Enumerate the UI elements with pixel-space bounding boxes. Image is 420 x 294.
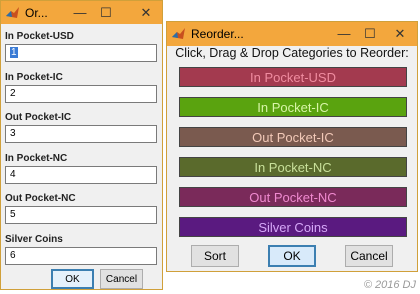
field-label: In Pocket-NC xyxy=(5,153,68,164)
cancel-button[interactable]: Cancel xyxy=(100,269,143,289)
sort-button[interactable]: Sort xyxy=(191,245,239,267)
category-out-pocket-ic[interactable]: Out Pocket-IC xyxy=(179,127,407,147)
copyright-watermark: © 2016 DJ xyxy=(363,279,416,291)
field-label: In Pocket-USD xyxy=(5,31,74,42)
field-label: Silver Coins xyxy=(5,234,63,245)
close-button[interactable]: ✕ xyxy=(129,1,163,24)
field-label: Out Pocket-IC xyxy=(5,112,72,123)
maximize-button[interactable]: ☐ xyxy=(89,1,123,24)
field-label: In Pocket-IC xyxy=(5,72,63,83)
instruction-text: Click, Drag & Drop Categories to Reorder… xyxy=(175,46,409,60)
category-in-pocket-nc[interactable]: In Pocket-NC xyxy=(179,157,407,177)
window-title: Reorder... xyxy=(191,27,244,41)
in-pocket-nc-input[interactable]: 4 xyxy=(5,166,157,184)
category-in-pocket-ic[interactable]: In Pocket-IC xyxy=(179,97,407,117)
title-bar[interactable]: Or... — ☐ ✕ xyxy=(1,1,162,24)
window-title: Or... xyxy=(25,5,48,20)
matlab-icon xyxy=(171,26,187,42)
cancel-button[interactable]: Cancel xyxy=(345,245,393,267)
field-label: Out Pocket-NC xyxy=(5,193,76,204)
order-dialog: Or... — ☐ ✕ In Pocket-USD 1 In Pocket-IC… xyxy=(0,0,163,290)
out-pocket-ic-input[interactable]: 3 xyxy=(5,125,157,143)
ok-button[interactable]: OK xyxy=(51,269,94,289)
maximize-button[interactable]: ☐ xyxy=(353,22,387,45)
ok-button[interactable]: OK xyxy=(268,245,316,267)
matlab-icon xyxy=(5,5,21,21)
silver-coins-input[interactable]: 6 xyxy=(5,247,157,265)
out-pocket-nc-input[interactable]: 5 xyxy=(5,206,157,224)
category-in-pocket-usd[interactable]: In Pocket-USD xyxy=(179,67,407,87)
category-out-pocket-nc[interactable]: Out Pocket-NC xyxy=(179,187,407,207)
in-pocket-ic-input[interactable]: 2 xyxy=(5,85,157,103)
reorder-dialog: Reorder... — ☐ ✕ Click, Drag & Drop Cate… xyxy=(166,21,418,272)
in-pocket-usd-input[interactable]: 1 xyxy=(5,44,157,62)
title-bar[interactable]: Reorder... — ☐ ✕ xyxy=(167,22,417,46)
close-button[interactable]: ✕ xyxy=(383,22,417,45)
category-silver-coins[interactable]: Silver Coins xyxy=(179,217,407,237)
